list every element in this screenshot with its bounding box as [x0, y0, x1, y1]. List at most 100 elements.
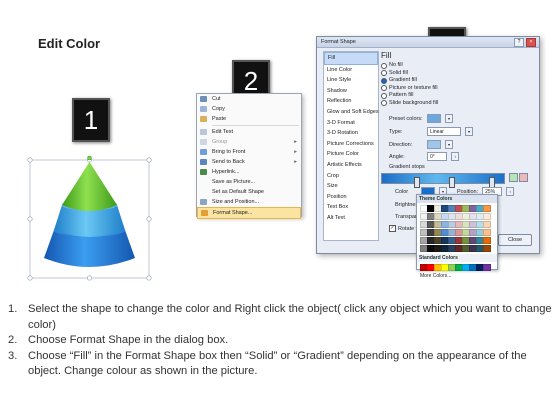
close-button[interactable]: Close — [498, 234, 532, 246]
radio-gradient-fill[interactable]: Gradient fill — [381, 77, 533, 85]
menu-divider — [212, 125, 299, 126]
chevron-down-icon[interactable]: ▾ — [445, 140, 453, 149]
dialog-titlebar[interactable]: Format Shape ? × — [317, 37, 539, 48]
copy-icon — [200, 106, 207, 112]
instruction-text: Choose Format Shape in the dialog box. — [28, 334, 229, 346]
instruction-number: 1. — [8, 303, 18, 315]
menu-item-copy[interactable]: Copy — [197, 104, 301, 114]
help-button[interactable]: ? — [514, 38, 524, 47]
menu-item-paste[interactable]: Paste — [197, 114, 301, 124]
menu-item-cut[interactable]: Cut — [197, 94, 301, 104]
checkbox-icon: ✓ — [389, 225, 396, 232]
color-picker-dropdown: Theme Colors Standard Colors More Colors… — [416, 194, 498, 279]
menu-item-send-to-back[interactable]: Send to Back ▸ — [197, 157, 301, 167]
position-stepper[interactable]: ↕ — [506, 187, 515, 196]
color-swatch[interactable] — [483, 205, 491, 212]
menu-item-set-default-shape[interactable]: Set as Default Shape — [197, 187, 301, 197]
nav-item-crop[interactable]: Crop — [324, 171, 378, 182]
more-colors-label: More Colors... — [420, 273, 452, 279]
step-badge-1: 1 — [72, 98, 110, 142]
fill-section-title: Fill — [381, 51, 392, 60]
menu-item-save-as-picture[interactable]: Save as Picture... — [197, 177, 301, 187]
color-swatch[interactable] — [483, 229, 491, 236]
nav-item-line-style[interactable]: Line Style — [324, 75, 378, 86]
theme-colors-grid — [417, 203, 497, 254]
angle-input[interactable]: 0° — [427, 152, 447, 161]
instruction-list: 1. Select the shape to change the color a… — [8, 302, 553, 380]
radio-no-fill[interactable]: No fill — [381, 62, 533, 70]
menu-item-format-shape[interactable]: Format Shape... — [197, 207, 301, 219]
menu-item-group[interactable]: Group ▸ — [197, 137, 301, 147]
menu-item-edit-text[interactable]: Edit Text — [197, 127, 301, 137]
standard-colors-heading: Standard Colors — [417, 254, 497, 262]
remove-stop-icon[interactable] — [519, 173, 528, 182]
color-swatch[interactable] — [483, 213, 491, 220]
instruction-item: 2. Choose Format Shape in the dialog box. — [8, 333, 553, 349]
nav-item-picture-corrections[interactable]: Picture Corrections — [324, 139, 378, 150]
instruction-item: 3. Choose “Fill” in the Format Shape box … — [8, 349, 553, 380]
dialog-nav-list: Fill Line Color Line Style Shadow Reflec… — [323, 51, 379, 241]
dialog-title: Format Shape — [321, 39, 356, 45]
scissors-icon — [200, 96, 207, 102]
color-swatch[interactable] — [483, 264, 491, 271]
preset-colors-row: Preset colors: ▾ — [389, 114, 453, 123]
add-stop-icon[interactable] — [509, 173, 518, 182]
angle-row: Angle: 0° ↕ — [389, 152, 459, 161]
bring-to-front-icon — [200, 149, 207, 155]
radio-solid-fill[interactable]: Solid fill — [381, 70, 533, 78]
context-menu: Cut Copy Paste Edit Text Group ▸ Bring to… — [196, 93, 302, 219]
type-label: Type: — [389, 128, 403, 135]
direction-label: Direction: — [389, 141, 413, 148]
menu-item-size-position[interactable]: Size and Position... — [197, 197, 301, 207]
nav-item-glow[interactable]: Glow and Soft Edges — [324, 107, 379, 118]
nav-item-text-box[interactable]: Text Box — [324, 202, 378, 213]
more-colors-link[interactable]: More Colors... — [417, 273, 497, 280]
nav-item-reflection[interactable]: Reflection — [324, 96, 378, 107]
preset-colors-button[interactable] — [427, 114, 441, 123]
nav-item-size[interactable]: Size — [324, 181, 378, 192]
instruction-text: Choose “Fill” in the Format Shape box th… — [28, 349, 527, 378]
standard-colors-grid — [417, 262, 497, 273]
direction-button[interactable] — [427, 140, 441, 149]
nav-item-alt-text[interactable]: Alt Text — [324, 213, 378, 224]
cone-tier-top[interactable] — [62, 162, 117, 211]
menu-item-hyperlink[interactable]: Hyperlink... — [197, 167, 301, 177]
color-swatch[interactable] — [483, 245, 491, 252]
color-swatch[interactable] — [483, 221, 491, 228]
nav-item-fill[interactable]: Fill — [324, 52, 378, 65]
format-shape-icon — [201, 210, 208, 216]
nav-item-artistic-effects[interactable]: Artistic Effects — [324, 160, 378, 171]
color-swatch[interactable] — [483, 237, 491, 244]
send-to-back-icon — [200, 159, 207, 165]
rotate-handle[interactable] — [87, 155, 92, 161]
menu-item-bring-to-front[interactable]: Bring to Front ▸ — [197, 147, 301, 157]
chevron-down-icon[interactable]: ▾ — [445, 114, 453, 123]
instruction-number: 3. — [8, 349, 18, 362]
nav-item-position[interactable]: Position — [324, 192, 378, 203]
preset-colors-label: Preset colors: — [389, 115, 423, 122]
radio-pattern-fill[interactable]: Pattern fill — [381, 92, 533, 100]
nav-item-3d-rotation[interactable]: 3-D Rotation — [324, 128, 378, 139]
chevron-down-icon[interactable]: ▾ — [465, 127, 473, 136]
type-select[interactable]: Linear — [427, 127, 461, 136]
close-icon[interactable]: × — [526, 38, 536, 47]
group-icon — [200, 139, 207, 145]
instruction-text: Select the shape to change the color and… — [28, 303, 552, 331]
radio-picture-fill[interactable]: Picture or texture fill — [381, 85, 533, 93]
nav-item-line-color[interactable]: Line Color — [324, 65, 378, 76]
gradient-bar[interactable] — [381, 173, 505, 184]
page-title: Edit Color — [38, 36, 101, 51]
instruction-number: 2. — [8, 334, 18, 346]
type-row: Type: Linear ▾ — [389, 127, 473, 136]
nav-item-picture-color[interactable]: Picture Color — [324, 149, 378, 160]
fill-pane: Fill No fill Solid fill Gradient fill Pi… — [381, 51, 533, 107]
size-position-icon — [200, 199, 207, 205]
edit-text-icon — [200, 129, 207, 135]
angle-stepper[interactable]: ↕ — [451, 152, 459, 161]
radio-slide-bg-fill[interactable]: Slide background fill — [381, 100, 533, 108]
nav-item-3d-format[interactable]: 3-D Format — [324, 118, 378, 129]
gradient-stops-label: Gradient stops — [389, 164, 425, 170]
cone-pyramid-graphic[interactable] — [20, 150, 160, 290]
direction-row: Direction: ▾ — [389, 140, 453, 149]
nav-item-shadow[interactable]: Shadow — [324, 86, 378, 97]
